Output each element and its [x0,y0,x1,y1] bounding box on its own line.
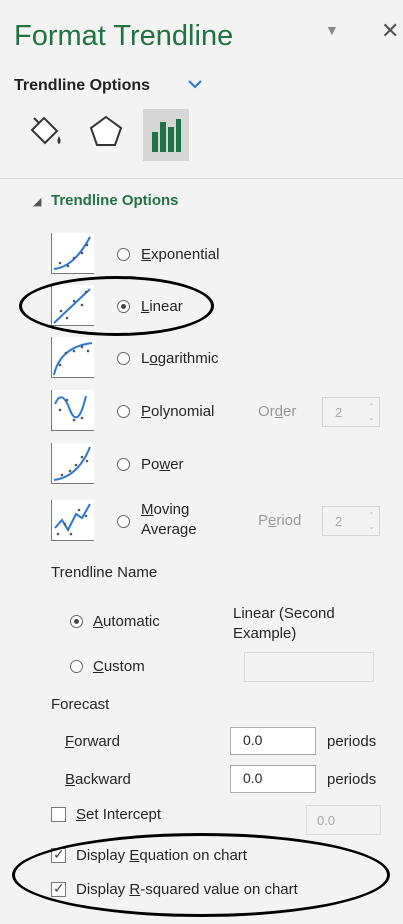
close-icon[interactable]: ✕ [381,18,399,44]
bar-chart-icon [152,119,181,152]
tab-fill-line[interactable] [26,112,66,152]
pentagon-icon [89,115,123,146]
period-spinner[interactable]: 2 ⌃ ⌄ [322,506,380,536]
radio-automatic[interactable] [70,615,83,628]
custom-name-field[interactable] [244,652,374,682]
backward-input[interactable]: 0.0 [230,765,316,793]
logarithmic-thumbnail-icon [51,337,94,378]
radio-logarithmic[interactable] [117,352,130,365]
forward-unit: periods [327,733,377,750]
label-polynomial[interactable]: Polynomial [141,403,214,420]
label-exponential[interactable]: Exponential [141,246,219,263]
intercept-field[interactable]: 0.0 [306,805,381,835]
label-set-intercept[interactable]: Set Intercept [76,806,161,823]
backward-unit: periods [327,771,377,788]
highlight-ellipse-linear [19,276,214,336]
order-spinner[interactable]: 2 ⌃ ⌄ [322,397,380,427]
automatic-name-value: Linear (Second Example) [233,605,335,642]
forecast-heading: Forecast [51,696,110,713]
forward-input[interactable]: 0.0 [230,727,316,755]
tab-effects[interactable] [86,112,126,152]
power-thumbnail-icon [51,443,94,484]
label-backward: Backward [65,771,131,788]
options-dropdown-label[interactable]: Trendline Options [14,77,150,95]
period-label: Period [258,512,302,529]
pane-title: Format Trendline [14,20,234,52]
highlight-ellipse-display-options [12,833,390,917]
moving-average-thumbnail-icon [51,500,94,541]
paint-bucket-icon [30,116,61,145]
tab-divider [0,178,403,179]
radio-moving-average[interactable] [117,515,130,528]
order-label: Order [258,403,297,420]
tab-trendline-options[interactable] [143,109,189,161]
collapse-triangle-icon[interactable]: ◢ [33,195,41,208]
spinner-arrows-icon[interactable]: ⌃ ⌄ [368,510,375,532]
radio-power[interactable] [117,458,130,471]
options-chevron-icon[interactable] [188,76,202,94]
label-custom[interactable]: Custom [93,658,145,675]
radio-custom[interactable] [70,660,83,673]
label-power[interactable]: Power [141,456,184,473]
label-automatic[interactable]: Automatic [93,613,160,630]
polynomial-thumbnail-icon [51,390,94,431]
exponential-thumbnail-icon [51,233,94,274]
trendline-name-heading: Trendline Name [51,564,158,581]
label-forward: Forward [65,733,121,750]
section-title[interactable]: Trendline Options [51,192,179,209]
spinner-arrows-icon[interactable]: ⌃ ⌄ [368,401,375,423]
chevron-down-icon[interactable]: ▼ [325,22,339,38]
checkbox-set-intercept[interactable] [51,807,66,822]
label-logarithmic[interactable]: Logarithmic [141,350,219,367]
radio-exponential[interactable] [117,248,130,261]
label-moving-average[interactable]: Moving Average [141,500,197,540]
radio-polynomial[interactable] [117,405,130,418]
